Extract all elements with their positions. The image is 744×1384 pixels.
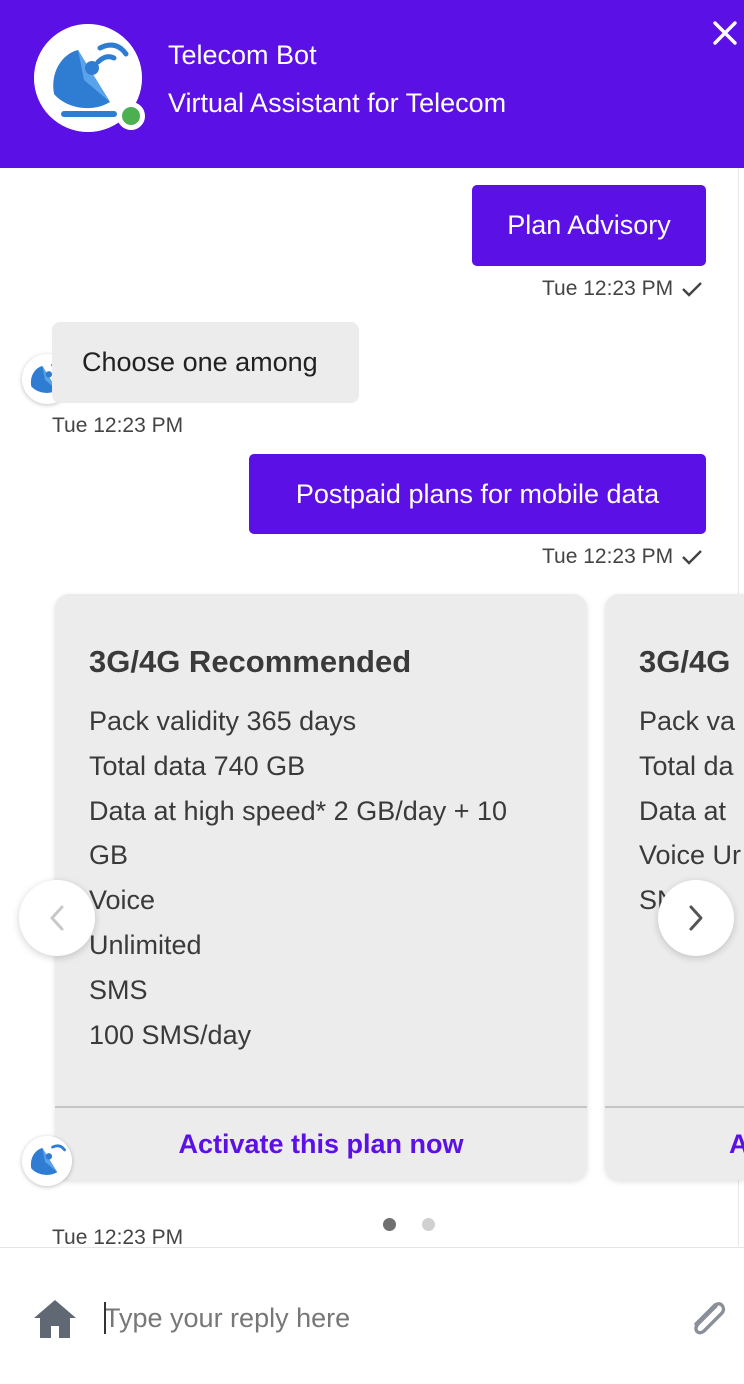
user-message-text: Postpaid plans for mobile data	[295, 478, 660, 509]
plan-detail-line: SMS	[89, 974, 148, 1005]
carousel-dot[interactable]	[422, 1218, 435, 1231]
carousel-next-button[interactable]	[658, 880, 734, 956]
carousel-dot-active[interactable]	[383, 1218, 396, 1231]
reply-input[interactable]	[104, 1296, 664, 1340]
activate-plan-button[interactable]: A	[605, 1108, 744, 1180]
home-icon	[34, 1300, 76, 1338]
composer-bar	[0, 1247, 744, 1384]
close-button[interactable]	[706, 14, 744, 52]
bot-avatar-small	[22, 1136, 72, 1186]
bot-message: Choose one among	[52, 322, 359, 403]
plan-card: 3G/4G Recommended Pack validity 365 days…	[55, 594, 587, 1180]
text-caret	[104, 1302, 106, 1334]
timestamp-text: Tue 12:23 PM	[542, 277, 674, 300]
chat-header: Telecom Bot Virtual Assistant for Teleco…	[0, 0, 744, 168]
user-message-text: Plan Advisory	[507, 210, 671, 240]
check-icon	[682, 550, 702, 565]
bot-name: Telecom Bot	[168, 40, 317, 70]
close-icon	[713, 21, 737, 45]
check-icon	[682, 282, 702, 297]
bot-message-text: Choose one among	[82, 347, 318, 377]
plan-detail-line: Unlimited	[89, 929, 202, 960]
online-status-dot	[117, 102, 145, 130]
user-message: Postpaid plans for mobile data	[249, 454, 706, 534]
plan-card-title: 3G/4G	[639, 644, 731, 679]
plan-detail-line: Total da	[639, 750, 734, 781]
message-timestamp: Tue 12:23 PM	[52, 414, 184, 437]
user-message: Plan Advisory	[472, 185, 706, 266]
plan-detail-line: Data at high speed* 2 GB/day + 10 GB	[89, 795, 508, 871]
attach-button[interactable]	[686, 1294, 730, 1342]
message-timestamp: Tue 12:23 PM	[542, 545, 703, 569]
plan-detail-line: Total data 740 GB	[89, 750, 306, 781]
home-button[interactable]	[32, 1296, 78, 1342]
satellite-dish-icon	[22, 1136, 72, 1186]
plan-detail-line: Pack va	[639, 706, 736, 736]
timestamp-text: Tue 12:23 PM	[542, 545, 674, 568]
plan-detail-line: Pack validity 365 days	[89, 706, 357, 736]
carousel-prev-button[interactable]	[19, 880, 95, 956]
plan-detail-line: Data at	[639, 795, 727, 826]
plan-detail-line: 100 SMS/day	[89, 1019, 252, 1050]
plan-detail-line: Voice	[89, 885, 156, 916]
chevron-left-icon	[50, 905, 64, 931]
chevron-right-icon	[689, 905, 703, 931]
paperclip-icon	[694, 1302, 726, 1335]
activate-plan-button[interactable]: Activate this plan now	[55, 1108, 587, 1180]
plan-card-title: 3G/4G Recommended	[89, 644, 412, 679]
message-timestamp: Tue 12:23 PM	[542, 277, 703, 301]
plan-card-details: Pack validity 365 days Total data 740 GB…	[89, 699, 549, 1057]
plan-detail-line: Voice Ur	[639, 840, 742, 871]
bot-subtitle: Virtual Assistant for Telecom	[168, 88, 507, 118]
